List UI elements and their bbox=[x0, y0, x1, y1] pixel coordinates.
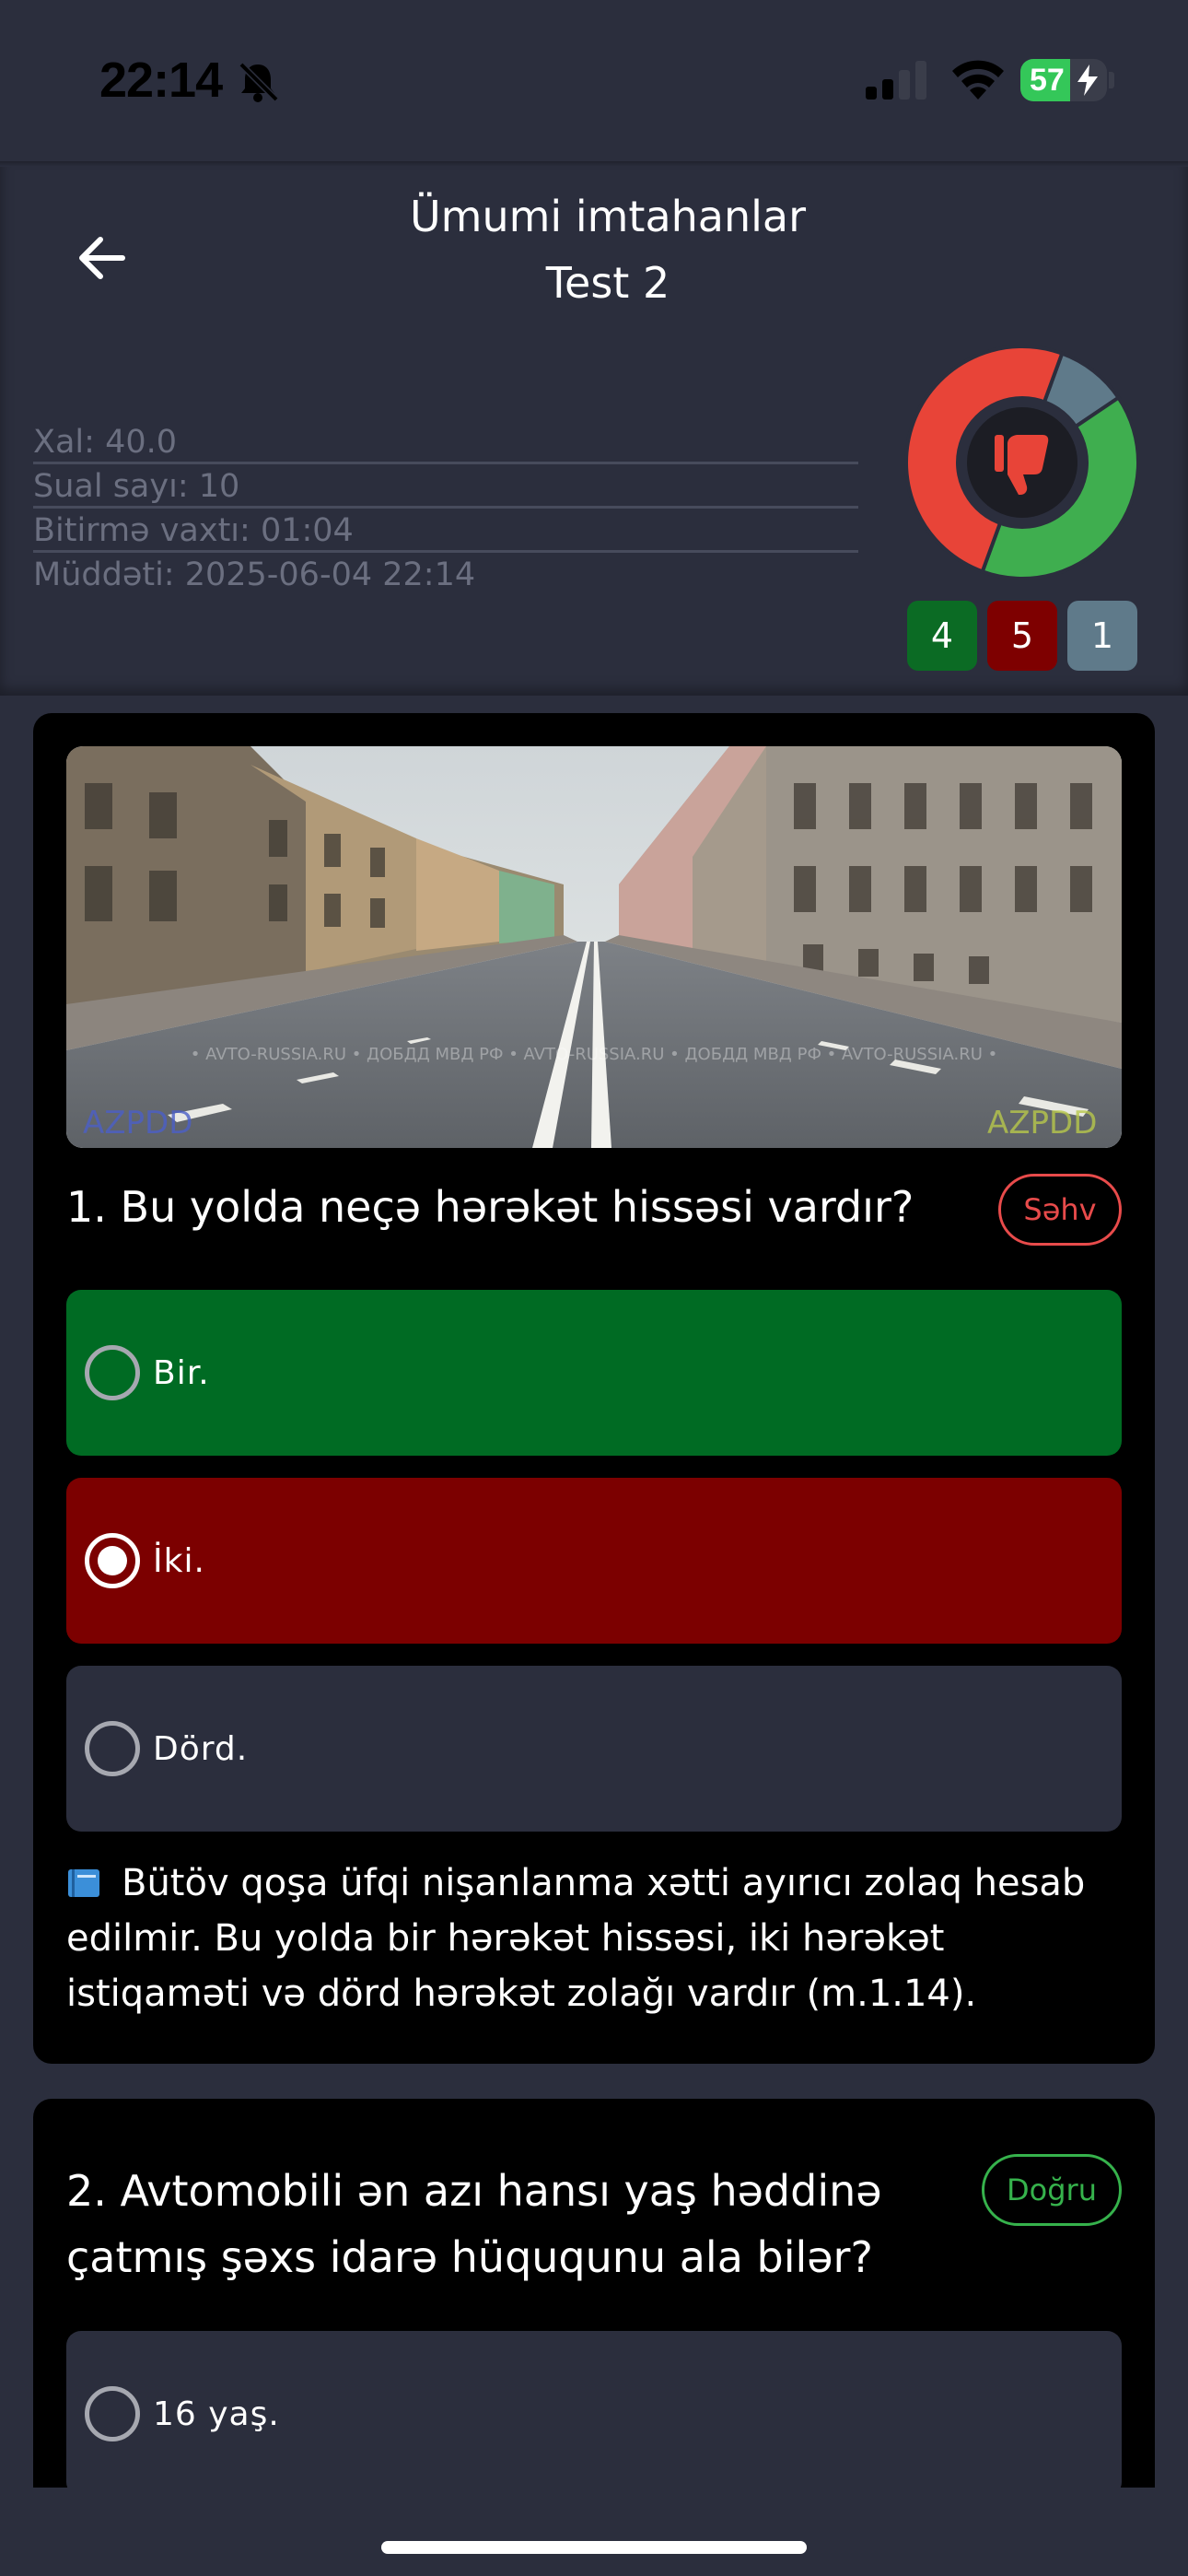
explanation: Bütöv qoşa üfqi nişanlanma xətti ayırıcı… bbox=[66, 1856, 1125, 2021]
verdict-badge-correct: Doğru bbox=[982, 2154, 1122, 2226]
radio-button[interactable] bbox=[85, 1345, 140, 1400]
result-donut-chart bbox=[904, 345, 1140, 580]
option-label: Dörd. bbox=[153, 1729, 249, 1768]
question-image: • AVTO-RUSSIA.RU • ДОБДД МВД РФ • AVTO-R… bbox=[66, 746, 1122, 1148]
arrow-left-icon bbox=[79, 237, 125, 279]
option-label: İki. bbox=[153, 1541, 205, 1580]
bolt-icon bbox=[1077, 64, 1098, 96]
image-watermark-left: AZPDD bbox=[83, 1105, 192, 1142]
battery-cap bbox=[1109, 72, 1114, 88]
stat-score: Xal: 40.0 bbox=[33, 420, 858, 464]
unanswered-count-badge: 1 bbox=[1067, 601, 1137, 671]
street-photo: • AVTO-RUSSIA.RU • ДОБДД МВД РФ • AVTO-R… bbox=[66, 746, 1122, 1148]
wrong-count-badge: 5 bbox=[987, 601, 1057, 671]
question-card: • AVTO-RUSSIA.RU • ДОБДД МВД РФ • AVTO-R… bbox=[33, 713, 1155, 2064]
home-indicator[interactable] bbox=[381, 2541, 807, 2554]
option-label: Bir. bbox=[153, 1353, 210, 1392]
status-bar: 22:14 57 bbox=[0, 0, 1188, 161]
battery-charging-icon: 57 bbox=[1020, 59, 1107, 101]
option-label: 16 yaş. bbox=[153, 2395, 280, 2433]
page-title: Ümumi imtahanlar bbox=[409, 192, 807, 241]
question-text: 1. Bu yolda neçə hərəkət hissəsi vardır? bbox=[66, 1182, 914, 1232]
stat-finish-time: Bitirmə vaxtı: 01:04 bbox=[33, 509, 858, 553]
header-divider bbox=[0, 161, 1188, 167]
answer-option-correct[interactable]: Bir. bbox=[66, 1290, 1122, 1456]
stat-duration: Müddəti: 2025-06-04 22:14 bbox=[33, 556, 476, 593]
signal-icon bbox=[866, 61, 926, 100]
answer-option[interactable]: Dörd. bbox=[66, 1666, 1122, 1832]
status-time: 22:14 bbox=[99, 53, 223, 108]
stat-question-count: Sual sayı: 10 bbox=[33, 464, 858, 509]
back-button[interactable] bbox=[57, 214, 146, 302]
answer-option[interactable]: 16 yaş. bbox=[66, 2331, 1122, 2497]
explanation-text: Bütöv qoşa üfqi nişanlanma xətti ayırıcı… bbox=[66, 1862, 1086, 2015]
radio-button[interactable] bbox=[85, 2386, 140, 2441]
verdict-badge-wrong: Səhv bbox=[998, 1174, 1122, 1246]
radio-button[interactable] bbox=[85, 1721, 140, 1776]
exam-stats: Xal: 40.0 Sual sayı: 10 Bitirmə vaxtı: 0… bbox=[33, 420, 858, 597]
book-icon bbox=[68, 1869, 99, 1897]
wifi-icon bbox=[952, 60, 1004, 100]
bell-slash-icon bbox=[239, 62, 279, 102]
image-watermark-right: AZPDD bbox=[987, 1105, 1097, 1142]
image-watermark-strip: • AVTO-RUSSIA.RU • ДОБДД МВД РФ • AVTO-R… bbox=[191, 1045, 997, 1064]
battery-percent: 57 bbox=[1030, 63, 1065, 98]
question-text: 2. Avtomobili ən azı hansı yaş həddinə ç… bbox=[66, 2166, 882, 2282]
bottom-safe-area bbox=[0, 2488, 1188, 2576]
answer-option-selected-wrong[interactable]: İki. bbox=[66, 1478, 1122, 1644]
radio-button-selected[interactable] bbox=[85, 1533, 140, 1588]
page-subtitle: Test 2 bbox=[545, 258, 670, 308]
correct-count-badge: 4 bbox=[907, 601, 977, 671]
